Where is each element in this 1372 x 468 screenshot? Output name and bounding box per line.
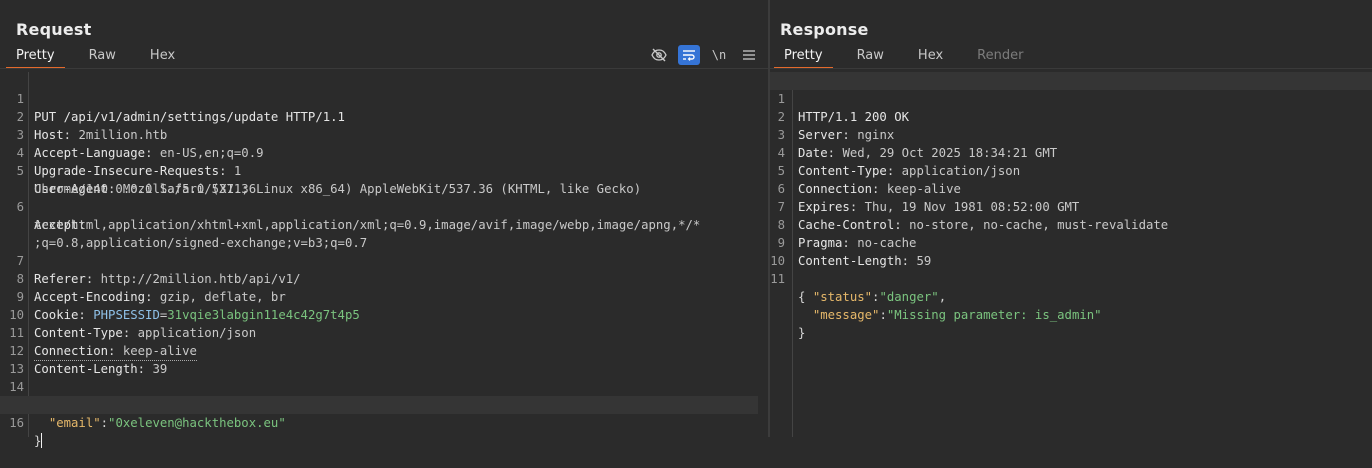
editor-line: 8 Pragma: no-cache (770, 198, 1372, 250)
json-brace-close: } (34, 434, 42, 448)
editor-line: 7 Cache-Control: no-store, no-cache, mus… (770, 180, 1372, 232)
editor-line-wrapped: "message":"Missing parameter: is_admin" (770, 288, 1372, 322)
editor-line: 9 Cookie: PHPSESSID=31vqie3labgin11e4c42… (0, 270, 758, 322)
json-colon: : (100, 416, 109, 430)
editor-line: 10 Content-Type: application/json (0, 288, 758, 340)
editor-line: 8 Accept-Encoding: gzip, deflate, br (0, 252, 758, 304)
text-caret (41, 433, 43, 448)
editor-line: 12 Content-Length: 39 (0, 324, 758, 376)
editor-line: 3 Date: Wed, 29 Oct 2025 18:34:21 GMT (770, 108, 1372, 160)
editor-line: 7 Referer: http://2million.htb/api/v1/ (0, 234, 758, 286)
response-tabbar: Pretty Raw Hex Render (774, 44, 1047, 69)
editor-line: 11 Connection: keep-alive (0, 306, 758, 361)
editor-line-wrapped: "status":"danger", (770, 270, 1372, 304)
word-wrap-icon (683, 50, 695, 61)
editor-line: 5 User-Agent: Mozilla/5.0 (X11; Linux x8… (0, 144, 758, 196)
json-string: "0xeleven@hackthebox.eu" (108, 416, 286, 430)
json-brace-close: } (798, 326, 806, 340)
editor-line: 6 Expires: Thu, 19 Nov 1981 08:52:00 GMT (770, 162, 1372, 214)
line-number: 16 (9, 416, 24, 430)
response-tab-divider (770, 68, 1372, 69)
request-tabbar: Pretty Raw Hex (6, 44, 199, 69)
menu-button[interactable] (738, 45, 760, 65)
request-tab-hex[interactable]: Hex (140, 44, 185, 68)
editor-line: 6 Accept: (0, 180, 758, 232)
request-tab-divider (0, 68, 768, 69)
editor-line-wrapped: ;q=0.8,application/signed-exchange;v=b3;… (0, 216, 758, 250)
response-tab-pretty[interactable]: Pretty (774, 44, 833, 69)
editor-line-current: 16 } (0, 396, 758, 448)
request-pane: Request Pretty Raw Hex \n 1 PUT /api/v1/… (0, 0, 768, 448)
hamburger-menu-icon (743, 50, 755, 60)
word-wrap-toggle[interactable] (678, 45, 700, 65)
request-toolbar: \n (648, 45, 760, 65)
editor-line-wrapped: Chrome/140.0.0.0 Safari/537.36 (0, 162, 758, 196)
editor-line-wrapped: text/html,application/xhtml+xml,applicat… (0, 198, 758, 232)
editor-line-current: 1 HTTP/1.1 200 OK (770, 72, 1372, 124)
request-title: Request (16, 20, 92, 39)
editor-line: 9 Content-Length: 59 (770, 216, 1372, 268)
editor-line: 4 Upgrade-Insecure-Requests: 1 (0, 126, 758, 178)
editor-line: 1 PUT /api/v1/admin/settings/update HTTP… (0, 72, 758, 124)
editor-line-wrapped: } (770, 306, 1372, 340)
editor-line: 15 "email":"0xeleven@hackthebox.eu" (0, 378, 758, 430)
editor-line: 11 { (770, 252, 1372, 304)
editor-line: 2 Server: nginx (770, 90, 1372, 142)
editor-line: 13 (0, 342, 758, 376)
response-title: Response (780, 20, 869, 39)
eye-slash-icon (651, 48, 667, 62)
json-key: "email" (48, 416, 101, 430)
response-tab-render[interactable]: Render (967, 44, 1033, 68)
response-tab-raw[interactable]: Raw (847, 44, 894, 68)
editor-line: 5 Connection: keep-alive (770, 144, 1372, 196)
show-newlines-button[interactable]: \n (708, 45, 730, 65)
editor-line: 10 (770, 234, 1372, 268)
response-pane: Response Pretty Raw Hex Render 1 HTTP/1.… (770, 0, 1372, 437)
request-tab-pretty[interactable]: Pretty (6, 44, 65, 69)
hide-nonprintable-button[interactable] (648, 45, 670, 65)
editor-line: 2 Host: 2million.htb (0, 90, 758, 142)
response-editor[interactable]: 1 HTTP/1.1 200 OK 2 Server: nginx 3 Date… (770, 72, 1372, 437)
response-tab-hex[interactable]: Hex (908, 44, 953, 68)
editor-line: 4 Content-Type: application/json (770, 126, 1372, 178)
editor-line: 14 { (0, 360, 758, 412)
request-tab-raw[interactable]: Raw (79, 44, 126, 68)
editor-line: 3 Accept-Language: en-US,en;q=0.9 (0, 108, 758, 160)
request-editor[interactable]: 1 PUT /api/v1/admin/settings/update HTTP… (0, 72, 768, 448)
